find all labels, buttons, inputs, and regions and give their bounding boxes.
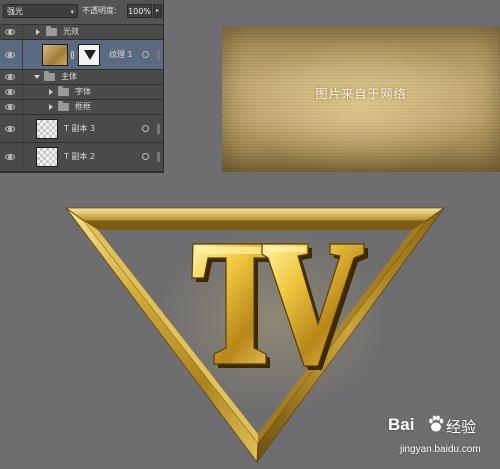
disclosure-triangle-icon[interactable] <box>49 104 53 110</box>
visibility-cell <box>0 25 23 39</box>
opacity-dropdown-icon[interactable]: ▸ <box>153 4 162 18</box>
layer-thumbnail <box>36 118 58 139</box>
watermark-suffix: 经验 <box>446 418 477 436</box>
layer-name: 纹理 1 <box>109 49 133 59</box>
watermark-url: jingyan.baidu.com <box>400 444 481 455</box>
visibility-cell <box>0 100 23 114</box>
layer-row-light-effect[interactable]: 光效 <box>0 25 163 40</box>
opacity-label: 不透明度: <box>82 6 117 15</box>
layer-row-texture[interactable]: 纹理 1 <box>0 40 163 70</box>
layer-thumbnail <box>36 147 58 167</box>
baidu-jingyan-watermark: Bai 经验 jingyan.baidu.com <box>388 411 498 467</box>
folder-icon <box>44 71 55 81</box>
fx-icon[interactable] <box>142 153 149 160</box>
disclosure-triangle-icon[interactable] <box>49 89 53 95</box>
layers-toolbar: 强光 ▾ 不透明度: 100% ▸ <box>0 0 163 25</box>
layer-row-font[interactable]: 字体 <box>0 85 163 100</box>
folder-icon <box>46 26 57 36</box>
layer-name: 光效 <box>63 27 79 36</box>
eye-icon[interactable] <box>5 51 15 58</box>
scrollbar[interactable] <box>157 152 160 162</box>
layer-name: 主体 <box>61 72 77 81</box>
paw-icon <box>429 415 444 432</box>
fx-icon[interactable] <box>142 50 149 58</box>
link-icon[interactable] <box>71 50 74 59</box>
layer-name: 框框 <box>75 102 91 111</box>
visibility-cell <box>0 143 23 171</box>
layer-mask-thumbnail[interactable] <box>78 43 100 66</box>
visibility-cell <box>0 85 23 99</box>
layer-row-text-copy-3[interactable]: T 副本 3 <box>0 115 163 143</box>
eye-icon[interactable] <box>5 125 15 132</box>
blend-mode-select[interactable]: 强光 ▾ <box>3 4 78 18</box>
disclosure-triangle-icon[interactable] <box>36 29 40 35</box>
scrollbar[interactable] <box>157 49 160 60</box>
layer-name: 字体 <box>75 87 91 96</box>
scrollbar[interactable] <box>157 123 160 134</box>
texture-preview-image: 图片来自于网络 <box>222 27 500 172</box>
layer-name: T 副本 3 <box>64 123 96 133</box>
eye-icon[interactable] <box>5 154 15 160</box>
disclosure-triangle-icon[interactable] <box>34 75 40 79</box>
eye-icon[interactable] <box>5 89 15 95</box>
layer-thumbnail <box>42 43 68 66</box>
triangle-frame-top <box>64 207 446 222</box>
fx-icon[interactable] <box>142 124 149 132</box>
layer-row-text-copy-2[interactable]: T 副本 2 <box>0 143 163 172</box>
layer-row-frame[interactable]: 框框 <box>0 100 163 115</box>
opacity-input[interactable]: 100% <box>127 4 152 18</box>
folder-icon <box>58 86 69 96</box>
visibility-cell <box>0 70 23 84</box>
watermark-brand: Bai <box>388 415 415 434</box>
texture-caption: 图片来自于网络 <box>315 87 407 101</box>
visibility-cell <box>0 40 23 69</box>
visibility-cell <box>0 115 23 142</box>
layers-panel: 强光 ▾ 不透明度: 100% ▸ 光效 纹理 1 主体 字体 框框 T 副本 … <box>0 0 164 173</box>
chevron-down-icon: ▾ <box>70 8 74 16</box>
eye-icon[interactable] <box>5 74 15 80</box>
eye-icon[interactable] <box>5 104 15 110</box>
folder-icon <box>58 101 69 111</box>
layer-row-main-body[interactable]: 主体 <box>0 70 163 85</box>
layer-name: T 副本 2 <box>64 152 96 161</box>
eye-icon[interactable] <box>5 29 15 35</box>
blend-mode-value: 强光 <box>7 7 23 16</box>
